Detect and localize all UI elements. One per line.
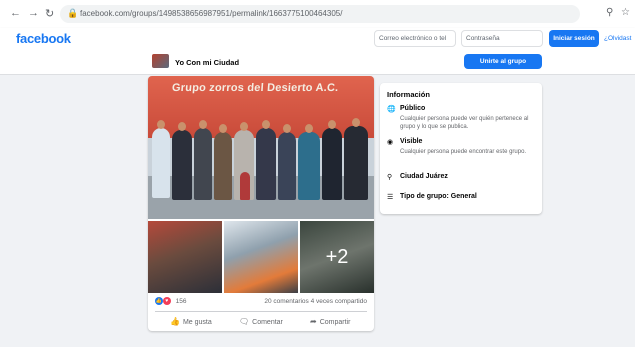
password-field[interactable]: Contraseña	[461, 30, 543, 47]
more-photos-overlay[interactable]: +2	[300, 221, 374, 293]
photo-person-head	[240, 122, 248, 131]
photo-person	[278, 132, 296, 200]
comment-label: Comentar	[252, 319, 283, 326]
post-divider	[155, 311, 367, 312]
photo-banner-text: Grupo zorros del Desierto A.C.	[171, 82, 339, 94]
post-main-photo[interactable]: Grupo zorros del Desierto A.C.	[148, 76, 374, 219]
group-name[interactable]: Yo Con mi Ciudad	[175, 58, 239, 67]
info-item-desc: Cualquier persona puede encontrar este g…	[400, 149, 527, 155]
facebook-logo[interactable]: facebook	[16, 31, 71, 46]
photo-person	[152, 128, 170, 198]
info-title: Información	[387, 90, 430, 99]
photo-person	[322, 128, 342, 200]
post-thumbnail-3[interactable]: +2	[300, 221, 374, 293]
lock-icon: 🔒	[67, 8, 79, 18]
post-thumbnail-2[interactable]	[224, 221, 298, 293]
join-group-button[interactable]: Unirte al grupo	[464, 54, 542, 69]
like-button[interactable]: 👍 Me gusta	[170, 317, 212, 326]
globe-icon: 🌐	[387, 106, 396, 113]
group-info-panel: Información 🌐 Público Cualquier persona …	[380, 83, 542, 214]
thumbs-up-icon: 👍	[170, 317, 180, 326]
like-reaction-icon: 👍	[155, 297, 163, 305]
photo-person-head	[219, 124, 227, 133]
engagement-counts: 20 comentarios 4 veces compartido	[264, 298, 367, 305]
bookmark-star-icon[interactable]: ☆	[621, 7, 630, 18]
reaction-count: 156	[175, 297, 187, 305]
photo-person	[298, 132, 320, 200]
love-reaction-icon: ♥	[162, 297, 171, 305]
forward-icon[interactable]: →	[28, 7, 39, 19]
reaction-summary[interactable]: 👍 ♥ 156	[155, 297, 186, 305]
back-icon[interactable]: ←	[10, 7, 21, 19]
comment-button[interactable]: 🗨 Comentar	[239, 317, 283, 326]
comment-count[interactable]: 20 comentarios	[264, 298, 308, 305]
photo-person	[194, 128, 212, 200]
photo-person-head	[328, 120, 336, 129]
url-text: facebook.com/groups/1498538656987951/per…	[80, 9, 343, 18]
photo-child	[240, 172, 250, 200]
info-item-title: Visible	[400, 138, 423, 145]
info-item-title: Ciudad Juárez	[400, 173, 448, 180]
login-button[interactable]: Iniciar sesión	[549, 30, 599, 47]
browser-toolbar: ← → ↻ 🔒 facebook.com/groups/149853865698…	[0, 0, 635, 29]
photo-person-head	[178, 122, 186, 131]
post-thumbnail-1[interactable]	[148, 221, 222, 293]
info-item-desc: Cualquier persona puede ver quién perten…	[400, 116, 529, 130]
photo-person	[256, 128, 276, 200]
share-button[interactable]: ➦ Compartir	[310, 317, 350, 326]
facebook-header: facebook Correo electrónico o tel Contra…	[0, 28, 635, 50]
photo-person-head	[262, 120, 270, 129]
photo-person-head	[352, 118, 360, 127]
email-field[interactable]: Correo electrónico o tel	[374, 30, 456, 47]
photo-person-head	[157, 120, 165, 129]
info-item-title: Público	[400, 105, 426, 112]
comment-bubble-icon: 🗨	[239, 317, 250, 326]
photo-person	[172, 130, 192, 200]
photo-person-head	[305, 124, 313, 133]
group-avatar[interactable]	[152, 54, 169, 68]
photo-person-head	[283, 124, 291, 133]
group-icon: ☰	[387, 194, 394, 201]
eye-icon: ◉	[387, 139, 394, 146]
photo-person	[214, 132, 232, 200]
forgot-password-link[interactable]: ¿Olvidast	[604, 35, 631, 42]
address-bar[interactable]: 🔒 facebook.com/groups/1498538656987951/p…	[60, 5, 580, 23]
info-item-title: Tipo de grupo: General	[400, 193, 477, 200]
reload-icon[interactable]: ↻	[45, 7, 54, 20]
group-header: Yo Con mi Ciudad Unirte al grupo	[0, 50, 635, 75]
like-label: Me gusta	[182, 319, 212, 326]
photo-person	[344, 126, 368, 200]
post-card: Grupo zorros del Desierto A.C. +2 👍 ♥ 15…	[148, 76, 374, 331]
share-label: Compartir	[319, 319, 351, 326]
share-count[interactable]: 4 veces compartido	[311, 298, 367, 305]
location-pin-icon: ⚲	[387, 174, 393, 181]
photo-person-head	[199, 120, 207, 129]
search-icon[interactable]: ⚲	[606, 7, 613, 18]
share-arrow-icon: ➦	[310, 317, 317, 326]
